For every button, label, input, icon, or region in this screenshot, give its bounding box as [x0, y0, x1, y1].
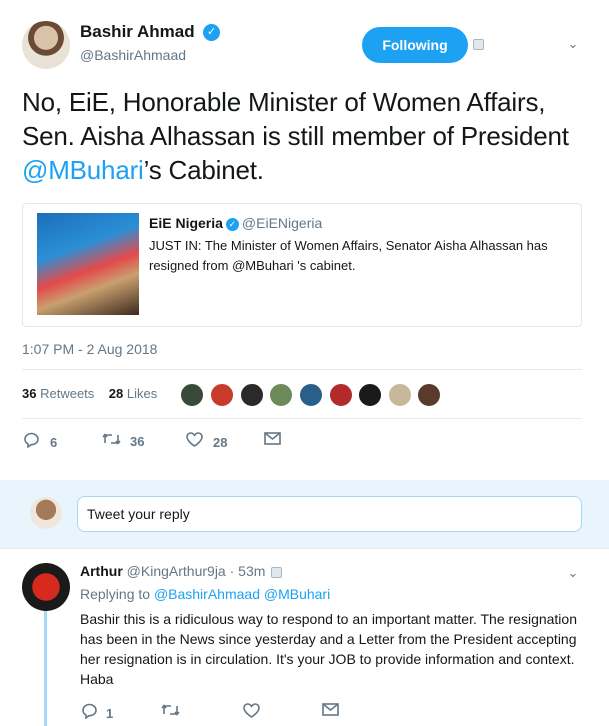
tweet-timestamp[interactable]: 1:07 PM - 2 Aug 2018: [22, 341, 157, 357]
tweet-actions: 6 36 28: [22, 432, 582, 452]
reply-count: 1: [106, 706, 114, 721]
retweets-label[interactable]: Retweets: [40, 386, 94, 401]
heart-icon: [185, 432, 203, 452]
quoted-author: EiE Nigeria ✓ @EiENigeria: [149, 215, 322, 231]
like-count: 28: [213, 434, 228, 450]
replying-to-label: Replying to: [80, 586, 151, 602]
quoted-author-handle: @EiENigeria: [241, 215, 323, 231]
like-button[interactable]: 28: [185, 432, 227, 452]
liker-avatar[interactable]: [358, 383, 382, 407]
envelope-icon: [263, 432, 281, 450]
reply-actions: 1: [80, 703, 580, 723]
liker-avatar[interactable]: [417, 383, 441, 407]
reply-author-handle[interactable]: @KingArthur9ja: [127, 563, 226, 579]
reply-time[interactable]: · 53m: [230, 563, 266, 579]
reply-composer: Tweet your reply: [0, 480, 609, 548]
tweet-text-part-2: ’s Cabinet.: [143, 155, 264, 185]
verified-badge-icon: ✓: [225, 217, 239, 231]
liker-avatar[interactable]: [210, 383, 234, 407]
heart-icon: [242, 703, 260, 723]
reply-text: Bashir this is a ridiculous way to respo…: [80, 611, 577, 687]
reply-count: 6: [50, 435, 58, 450]
replying-to-mentions[interactable]: @BashirAhmaad @MBuhari: [154, 586, 330, 602]
liker-avatar[interactable]: [269, 383, 293, 407]
retweet-icon: [102, 432, 121, 451]
divider: [22, 418, 582, 419]
tweet-text-part-1: No, EiE, Honorable Minister of Women Aff…: [22, 87, 569, 151]
likes-label[interactable]: Likes: [127, 386, 157, 401]
divider: [22, 369, 582, 370]
following-button[interactable]: Following: [362, 27, 468, 63]
liker-avatar[interactable]: [299, 383, 323, 407]
verified-badge-icon: ✓: [203, 23, 221, 41]
replying-to: Replying to @BashirAhmaad @MBuhari: [80, 586, 330, 602]
reply-author-avatar[interactable]: [22, 563, 70, 611]
retweet-count: 36: [130, 434, 145, 449]
reply-author: Arthur @KingArthur9ja · 53m: [80, 563, 283, 579]
mention-link[interactable]: @MBuhari: [22, 155, 144, 185]
retweets-count[interactable]: 36: [22, 386, 36, 401]
reply-author-name[interactable]: Arthur: [80, 563, 123, 579]
retweet-button[interactable]: [161, 703, 180, 722]
chevron-down-icon[interactable]: ⌄: [566, 37, 580, 51]
liker-avatar[interactable]: [329, 383, 353, 407]
direct-message-button[interactable]: [263, 432, 281, 450]
quoted-tweet-image: [37, 213, 139, 315]
app-badge-icon: [271, 566, 283, 578]
reply-button[interactable]: 6: [22, 432, 57, 453]
author-block: Bashir Ahmad ✓ @BashirAhmaad: [80, 22, 221, 63]
engagement-stats: 36 Retweets 28 Likes: [22, 386, 157, 401]
tweet-text: No, EiE, Honorable Minister of Women Aff…: [22, 85, 592, 187]
reply-button[interactable]: 1: [80, 703, 113, 724]
author-name[interactable]: Bashir Ahmad: [80, 22, 195, 42]
app-badge-icon: [473, 39, 484, 50]
reply-tweet[interactable]: Arthur @KingArthur9ja · 53m ⌄ Replying t…: [0, 548, 609, 726]
thread-line: [44, 610, 47, 726]
like-button[interactable]: [242, 703, 260, 723]
author-handle[interactable]: @BashirAhmaad: [80, 47, 220, 63]
reply-input[interactable]: Tweet your reply: [77, 496, 582, 532]
retweet-button[interactable]: 36: [102, 432, 144, 451]
liker-avatar[interactable]: [180, 383, 204, 407]
retweet-icon: [161, 703, 180, 722]
quoted-author-name: EiE Nigeria: [149, 215, 223, 231]
chevron-down-icon[interactable]: ⌄: [566, 565, 580, 581]
likes-count[interactable]: 28: [109, 386, 123, 401]
quoted-tweet[interactable]: EiE Nigeria ✓ @EiENigeria JUST IN: The Min…: [22, 203, 582, 327]
envelope-icon: [321, 703, 339, 721]
reply-icon: [22, 432, 40, 453]
main-tweet: Bashir Ahmad ✓ @BashirAhmaad Following ⌄…: [0, 0, 609, 480]
reply-icon: [80, 703, 98, 724]
direct-message-button[interactable]: [321, 703, 339, 721]
author-avatar[interactable]: [22, 21, 70, 69]
liker-avatar[interactable]: [388, 383, 412, 407]
quoted-tweet-text: JUST IN: The Minister of Women Affairs, …: [149, 238, 548, 273]
liker-avatar[interactable]: [240, 383, 264, 407]
current-user-avatar: [30, 497, 62, 529]
